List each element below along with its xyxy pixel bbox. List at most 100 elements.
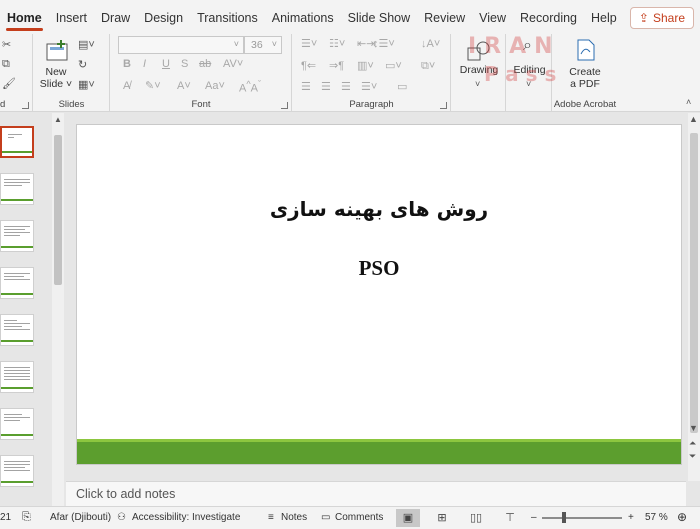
accessibility-status[interactable]: Accessibility: Investigate (132, 512, 240, 523)
scroll-up-icon[interactable]: ▲ (689, 114, 698, 124)
drawing-button[interactable]: Drawing (454, 64, 504, 77)
reset-icon[interactable]: ↻ (78, 59, 87, 71)
group-drawing: Drawing ˅ (452, 34, 506, 112)
slide-counter: 21 (0, 512, 12, 523)
ltr-icon[interactable]: ⇒¶ (329, 60, 344, 72)
zoom-level[interactable]: 57 % (645, 512, 668, 523)
tab-review[interactable]: Review (417, 0, 472, 34)
rtl-icon[interactable]: ¶⇐ (301, 60, 316, 72)
tab-slide-show[interactable]: Slide Show (341, 0, 418, 34)
char-spacing-icon[interactable]: AV˅ (223, 58, 243, 70)
zoom-out-icon[interactable]: – (531, 512, 537, 523)
editing-button[interactable]: Editing (507, 64, 552, 77)
numbering-icon[interactable]: ☷˅ (329, 38, 345, 50)
italic-icon[interactable]: I (143, 58, 146, 70)
share-button[interactable]: ⇪ Share (629, 7, 694, 29)
slide-thumbnail[interactable] (0, 455, 34, 487)
create-pdf-icon[interactable] (575, 38, 597, 62)
thumbnail-scrollbar[interactable]: ▲ (52, 113, 64, 506)
justify-icon[interactable]: ☰˅ (361, 81, 377, 93)
text-direction-icon[interactable]: ↓A˅ (421, 38, 440, 50)
scrollbar-handle[interactable] (690, 133, 698, 433)
tab-help[interactable]: Help (584, 0, 624, 34)
highlight-icon[interactable]: ✎˅ (145, 80, 161, 92)
section-icon[interactable]: ▦˅ (78, 79, 95, 91)
tab-animations[interactable]: Animations (265, 0, 341, 34)
font-name-combo[interactable]: ˅ (118, 36, 244, 54)
spelling-icon[interactable]: ⎘ (22, 511, 31, 524)
tab-design[interactable]: Design (137, 0, 190, 34)
cut-icon[interactable]: ✂ (2, 39, 11, 51)
comments-icon[interactable]: ▭ (321, 512, 330, 523)
clear-format-icon[interactable]: A̸ (123, 80, 130, 92)
strikethrough-icon[interactable]: ab (199, 58, 211, 70)
scroll-down-icon[interactable]: ▼ (689, 423, 698, 433)
align-right-icon[interactable]: ☰ (341, 81, 351, 93)
font-color-icon[interactable]: A˅ (177, 80, 191, 92)
slideshow-view-button[interactable]: ⊤ (498, 509, 522, 527)
new-slide-label-2[interactable]: Slide ˅ (38, 78, 74, 91)
clipboard-launcher-icon[interactable] (22, 102, 29, 109)
notes-placeholder[interactable]: Click to add notes (76, 487, 175, 501)
layout-icon[interactable]: ▤˅ (78, 39, 95, 51)
shapes-icon[interactable] (466, 40, 492, 62)
notes-pane[interactable]: Click to add notes (66, 481, 686, 506)
bullets-icon[interactable]: ☰˅ (301, 38, 317, 50)
zoom-slider-handle[interactable] (562, 512, 566, 523)
fit-slide-icon[interactable]: ⊕ (677, 510, 687, 524)
create-pdf-label-2[interactable]: a PDF (553, 78, 617, 91)
slide-thumbnail[interactable] (0, 361, 34, 393)
font-launcher-icon[interactable] (281, 102, 288, 109)
slide-thumbnail[interactable] (0, 220, 34, 252)
reading-view-button[interactable]: ▯▯ (464, 509, 488, 527)
tab-insert[interactable]: Insert (49, 0, 94, 34)
format-painter-icon[interactable]: 🖌 (2, 78, 16, 90)
scrollbar-handle[interactable] (54, 135, 62, 285)
current-slide[interactable]: روش های بهینه سازی PSO (76, 124, 682, 465)
zoom-slider[interactable] (542, 517, 622, 519)
next-slide-icon[interactable]: ⏷ (689, 451, 696, 462)
columns-icon[interactable]: ▥˅ (357, 60, 374, 72)
tab-draw[interactable]: Draw (94, 0, 137, 34)
slide-thumbnail[interactable] (0, 173, 34, 205)
slide-editor: روش های بهینه سازی PSO (66, 113, 686, 481)
font-size-combo[interactable]: 36 ˅ (244, 36, 282, 54)
slide-thumbnail[interactable] (0, 267, 34, 299)
bold-icon[interactable]: B (123, 58, 131, 70)
slide-title[interactable]: روش های بهینه سازی (77, 197, 681, 221)
notes-button[interactable]: Notes (281, 512, 307, 523)
slide-thumbnail[interactable] (0, 314, 34, 346)
tab-view[interactable]: View (472, 0, 513, 34)
underline-icon[interactable]: U (162, 58, 170, 70)
editor-scrollbar[interactable]: ▲ ▼ ⏶ ⏷ (688, 113, 700, 481)
slide-thumbnail[interactable] (0, 126, 34, 158)
normal-view-button[interactable]: ▣ (396, 509, 420, 527)
new-slide-icon[interactable] (44, 38, 70, 64)
align-left-icon[interactable]: ☰ (301, 81, 311, 93)
grow-font-icon[interactable]: A^Aˇ (239, 78, 261, 95)
notes-icon[interactable]: ≡ (268, 512, 274, 523)
accessibility-icon[interactable]: ⚇ (117, 512, 126, 523)
tab-transitions[interactable]: Transitions (190, 0, 265, 34)
tab-home[interactable]: Home (0, 0, 49, 34)
shadow-icon[interactable]: S (181, 58, 188, 70)
comments-button[interactable]: Comments (335, 512, 383, 523)
tab-recording[interactable]: Recording (513, 0, 584, 34)
scroll-up-icon[interactable]: ▲ (54, 115, 62, 124)
slide-subtitle[interactable]: PSO (77, 256, 681, 281)
slide-sorter-button[interactable]: ⊞ (430, 509, 454, 527)
line-spacing-icon[interactable]: ↕☰˅ (373, 38, 395, 50)
align-center-icon[interactable]: ☰ (321, 81, 331, 93)
previous-slide-icon[interactable]: ⏶ (689, 438, 696, 449)
align-text-icon[interactable]: ▭˅ (385, 60, 402, 72)
copy-icon[interactable]: ⧉ (2, 58, 10, 70)
search-icon[interactable]: ⌕ (523, 38, 532, 54)
slide-thumbnail[interactable] (0, 408, 34, 440)
zoom-in-icon[interactable]: + (628, 512, 634, 523)
distribute-icon[interactable]: ▭ (397, 81, 407, 93)
language-indicator[interactable]: Afar (Djibouti) (50, 512, 111, 523)
paragraph-launcher-icon[interactable] (440, 102, 447, 109)
change-case-icon[interactable]: Aa˅ (205, 80, 225, 92)
collapse-ribbon-icon[interactable]: ˄ (686, 96, 691, 108)
smartart-icon[interactable]: ⧉˅ (421, 60, 435, 72)
